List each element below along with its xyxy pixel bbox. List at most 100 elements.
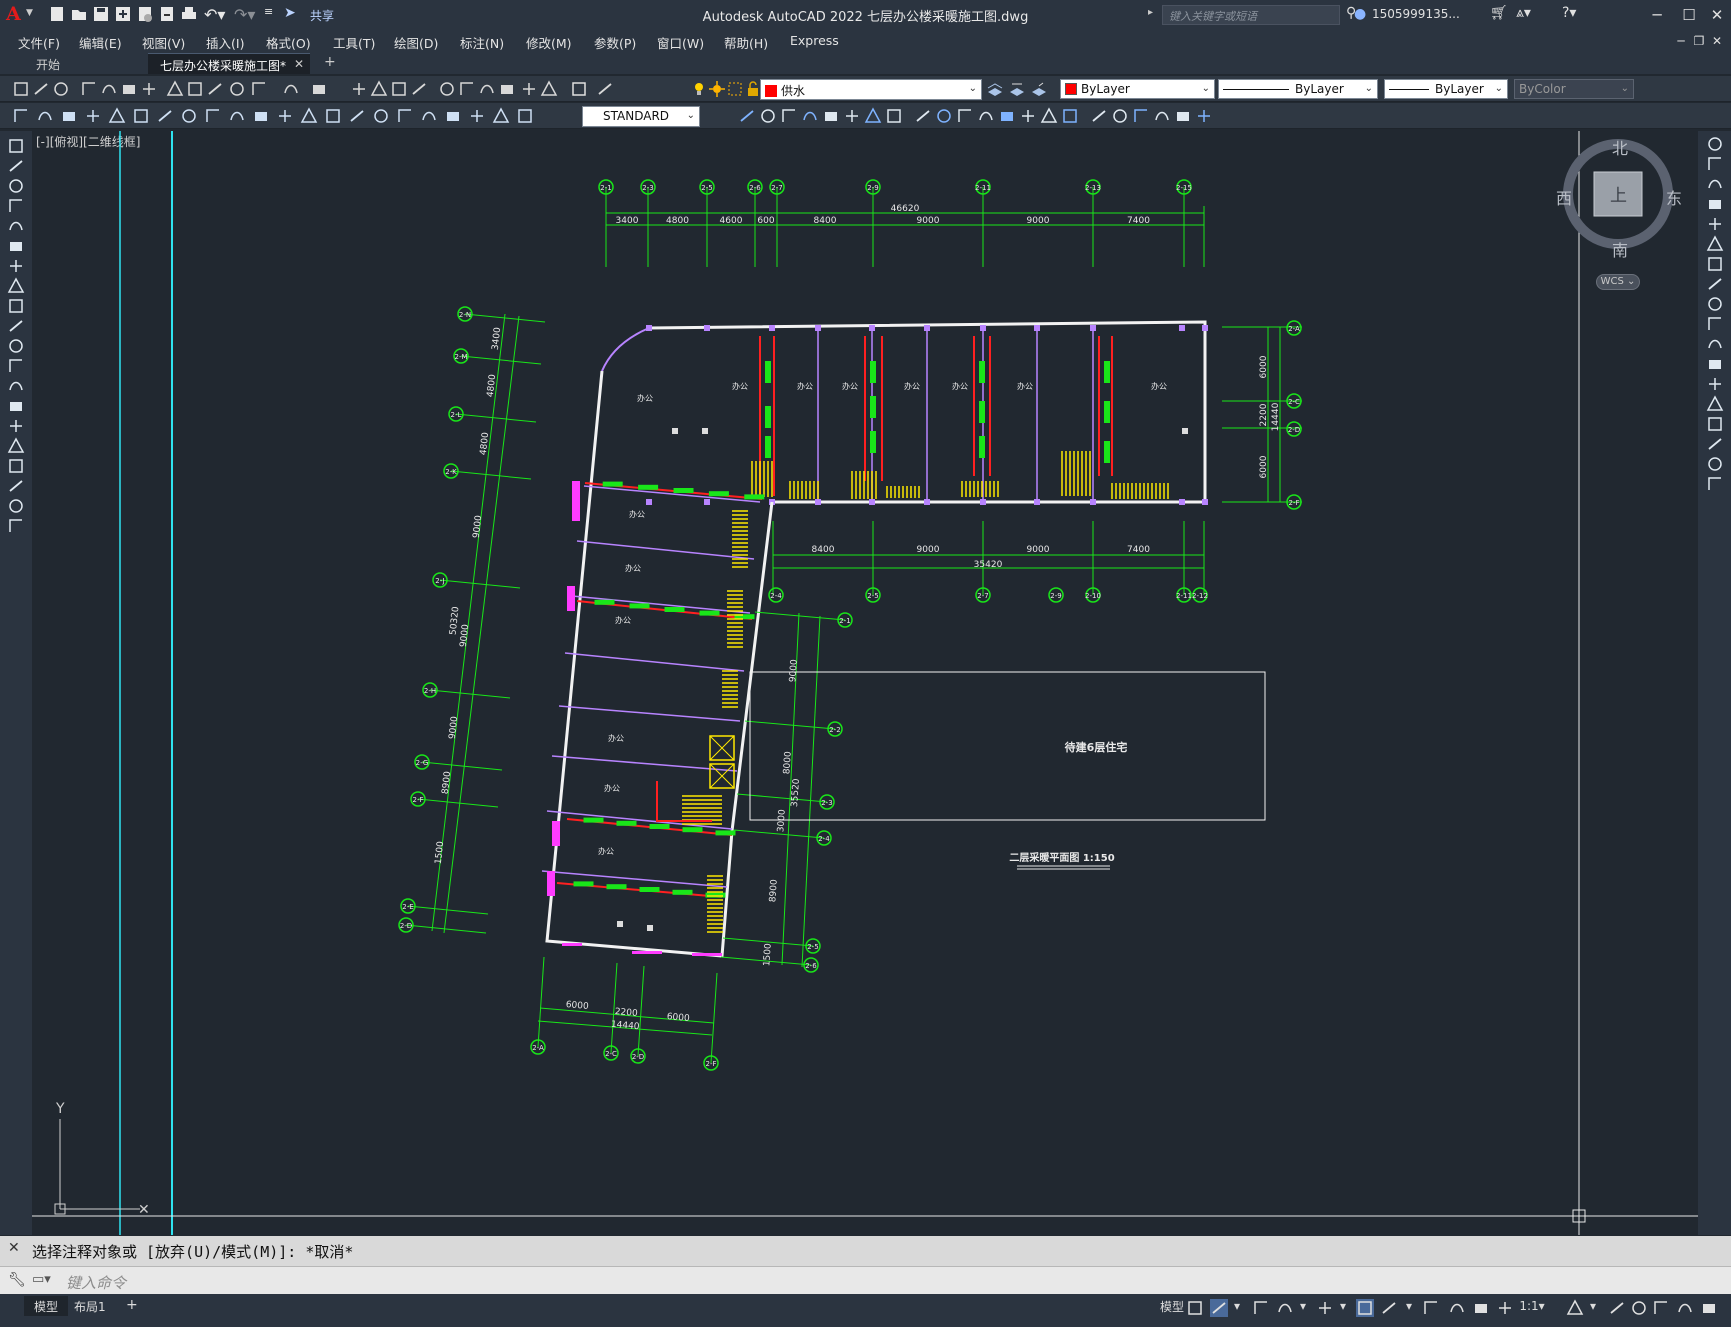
object-snap-icon[interactable] — [1380, 1299, 1398, 1317]
redo-icon[interactable] — [310, 80, 328, 98]
wcs-menu-button[interactable]: WCS ⌄ — [1596, 274, 1640, 290]
offset-icon[interactable] — [1706, 195, 1724, 213]
menu-insert[interactable]: 插入(I) — [206, 33, 244, 52]
compass-south[interactable]: 南 — [1612, 237, 1628, 261]
dim-style-icon[interactable] — [492, 107, 510, 125]
new-icon[interactable] — [12, 80, 30, 98]
chevron-down-icon[interactable]: ▾ — [1232, 1299, 1242, 1317]
break-at-point-icon[interactable] — [1706, 355, 1724, 373]
menu-help[interactable]: 帮助(H) — [724, 33, 768, 52]
quickcalc-icon[interactable] — [540, 80, 558, 98]
undo-icon[interactable]: ↶▾ — [204, 5, 230, 24]
maximize-button[interactable]: ☐ — [1678, 4, 1700, 26]
tool-palettes-icon[interactable] — [478, 80, 496, 98]
arc-icon[interactable] — [7, 237, 25, 255]
chevron-down-icon[interactable]: ▾ — [1404, 1299, 1414, 1317]
add-selected-icon[interactable] — [7, 517, 25, 535]
menu-file[interactable]: 文件(F) — [18, 33, 60, 52]
design-center-icon[interactable] — [458, 80, 476, 98]
compass-west[interactable]: 西 — [1556, 185, 1572, 209]
tab-layout1[interactable]: 布局1 — [64, 1296, 116, 1316]
menu-dimension[interactable]: 标注(N) — [460, 33, 504, 52]
ellipse-icon[interactable] — [7, 317, 25, 335]
layer-viewport-icon[interactable] — [726, 80, 744, 98]
user-account-label[interactable]: 1505999135... — [1372, 7, 1460, 21]
trim-icon[interactable] — [914, 107, 932, 125]
dim-space-icon[interactable] — [276, 107, 294, 125]
join-icon[interactable] — [1706, 395, 1724, 413]
grid-icon[interactable] — [1186, 1299, 1204, 1317]
customize-wrench-icon[interactable]: 🔧︎ — [8, 1272, 26, 1288]
pan-icon[interactable] — [350, 80, 368, 98]
account-person-icon[interactable]: ● — [1354, 6, 1370, 24]
viewcube[interactable]: 北 南 东 西 上 WCS ⌄ — [1552, 131, 1692, 301]
match-properties-icon[interactable] — [228, 80, 246, 98]
publish-icon[interactable] — [120, 80, 138, 98]
boundary-icon[interactable] — [1195, 107, 1213, 125]
chamfer-icon[interactable] — [998, 107, 1016, 125]
app-logo[interactable]: A — [6, 3, 21, 25]
minimize-button[interactable]: ─ — [1646, 4, 1668, 26]
spline-icon[interactable] — [7, 297, 25, 315]
menu-draw[interactable]: 绘图(D) — [394, 33, 438, 52]
expand-search-icon[interactable]: ▸ — [1148, 7, 1158, 25]
cart-icon[interactable]: 🛒︎ — [1490, 5, 1508, 23]
fillet-icon[interactable] — [1706, 435, 1724, 453]
floor-plan[interactable]: 2-1 2-3 2-5 2-6 2-7 2-9 2-11 2-13 2-15 3400 4800 46… — [398, 179, 1302, 1071]
open-icon[interactable] — [32, 80, 50, 98]
extend-icon[interactable] — [935, 107, 953, 125]
share-icon[interactable]: ➤ — [284, 5, 302, 23]
zoom-window-icon[interactable] — [390, 80, 408, 98]
close-command-line-icon[interactable]: ✕ — [8, 1240, 20, 1256]
tab-drawing[interactable]: 七层办公楼采暖施工图* ✕ — [148, 53, 310, 74]
copy-icon[interactable] — [186, 80, 204, 98]
dim-baseline-icon[interactable] — [228, 107, 246, 125]
plot-icon[interactable] — [180, 5, 198, 23]
circle-icon[interactable] — [7, 257, 25, 275]
menu-express[interactable]: Express — [790, 33, 839, 48]
layer-dropdown[interactable]: 供水 ⌄ — [760, 79, 982, 100]
menu-format[interactable]: 格式(O) — [266, 33, 311, 52]
add-layout-icon[interactable]: + — [120, 1296, 144, 1316]
zoom-realtime-icon[interactable] — [370, 80, 388, 98]
region-icon[interactable] — [7, 457, 25, 475]
polygon-icon[interactable] — [7, 197, 25, 215]
annotation-scale-icon[interactable] — [1496, 1299, 1514, 1317]
plot-preview-icon[interactable] — [100, 80, 118, 98]
region-icon[interactable] — [1174, 107, 1192, 125]
paste-icon[interactable] — [206, 80, 224, 98]
block-editor-icon[interactable] — [250, 80, 268, 98]
dim-edit-icon[interactable] — [420, 107, 438, 125]
doc-close-button[interactable]: ✕ — [1706, 30, 1728, 52]
menu-parametric[interactable]: 参数(P) — [594, 33, 636, 52]
tab-model[interactable]: 模型 — [24, 1296, 69, 1316]
menu-tools[interactable]: 工具(T) — [333, 33, 375, 52]
layer-previous-icon[interactable] — [1030, 80, 1048, 98]
command-input[interactable]: 键入命令 — [66, 1272, 126, 1293]
array-icon[interactable] — [1706, 215, 1724, 233]
break-icon[interactable] — [956, 107, 974, 125]
explode-icon[interactable] — [1061, 107, 1079, 125]
compass-north[interactable]: 北 — [1612, 135, 1628, 159]
linetype-dropdown[interactable]: ByLayer ⌄ — [1218, 79, 1378, 99]
object-snap-tracking-icon[interactable] — [1356, 1299, 1374, 1317]
point-icon[interactable] — [7, 397, 25, 415]
blend-curves-icon[interactable] — [1706, 455, 1724, 473]
search-input[interactable]: 键入关键字或短语 — [1162, 5, 1340, 25]
new-tab-icon[interactable]: + — [318, 53, 342, 74]
copy-icon[interactable] — [1706, 155, 1724, 173]
join-icon[interactable] — [977, 107, 995, 125]
save-icon[interactable] — [92, 5, 110, 23]
3d-print-icon[interactable] — [140, 80, 158, 98]
layer-match-icon[interactable] — [1008, 80, 1026, 98]
mirror-icon[interactable] — [1706, 175, 1724, 193]
center-mark-icon[interactable] — [348, 107, 366, 125]
sheet-set-icon[interactable] — [498, 80, 516, 98]
cut-icon[interactable] — [166, 80, 184, 98]
rectangle-icon[interactable] — [7, 217, 25, 235]
wipeout-icon[interactable] — [1132, 107, 1150, 125]
copy-obj-icon[interactable] — [738, 107, 756, 125]
isometric-drafting-icon[interactable] — [1316, 1299, 1334, 1317]
help-icon[interactable]: ?▾ — [1562, 5, 1590, 23]
save-as-icon[interactable] — [114, 5, 132, 23]
